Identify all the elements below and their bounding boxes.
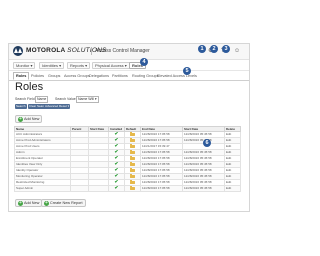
search-actions: Search Clear Search Advanced Reset ▾	[15, 104, 115, 109]
brand-main: MOTOROLA	[26, 47, 66, 54]
footer-add-label: Add New	[24, 201, 40, 205]
role-name-link[interactable]: Super Admin	[14, 185, 71, 192]
nav-monitor-label: Monitor ▾	[16, 63, 33, 68]
roles-subtabs: Roles Policies Groups Access Groups Dele…	[9, 71, 249, 81]
checkmark-icon: ✔	[114, 167, 119, 173]
folder-icon	[130, 168, 135, 172]
folder-icon	[130, 186, 135, 190]
checkmark-icon: ✔	[114, 161, 119, 167]
tab-policies[interactable]: Policies	[29, 73, 46, 79]
plus-icon: +	[18, 115, 23, 122]
search-value-select[interactable]: Name Will ▾	[76, 96, 99, 103]
plus-icon: +	[44, 199, 49, 206]
roles-table: Name Parent Start Date Installed Default…	[14, 126, 241, 192]
checkmark-icon: ✔	[114, 173, 119, 179]
checkmark-icon: ✔	[114, 137, 119, 143]
checkmark-icon: ✔	[114, 155, 119, 161]
nav-physical-access-label: Physical Access ▾	[95, 63, 127, 68]
parent-cell	[70, 185, 89, 192]
folder-icon	[130, 174, 135, 178]
callout-6: 6	[203, 139, 211, 147]
nav-reports-label: Reports ▾	[70, 63, 88, 68]
callout-2: 2	[210, 45, 218, 53]
folder-icon	[130, 138, 135, 142]
search-filter-row: Search Field Name Search Value Name Will…	[15, 96, 135, 103]
tab-roles[interactable]: Roles	[13, 72, 30, 80]
installed-cell: ✔	[108, 185, 125, 192]
tab-partitions[interactable]: Partitions	[110, 73, 130, 79]
reset-button[interactable]: Reset ▾	[58, 104, 71, 109]
nav-physical-access[interactable]: Physical Access ▾	[92, 62, 130, 69]
callout-1: 1	[198, 45, 206, 53]
delete-link[interactable]: Edit	[224, 185, 241, 192]
checkmark-icon: ✔	[114, 149, 119, 155]
folder-icon	[130, 162, 135, 166]
folder-icon	[130, 156, 135, 160]
motorola-logo	[13, 46, 23, 56]
search-value-label: Search Value	[55, 97, 76, 101]
checkmark-icon: ✔	[114, 143, 119, 149]
checkmark-icon: ✔	[114, 185, 119, 191]
folder-icon	[130, 144, 135, 148]
start-cell	[88, 185, 109, 192]
search-field-select[interactable]: Name	[35, 96, 49, 103]
nav-reports[interactable]: Reports ▾	[67, 62, 91, 69]
add-role-label: Add New	[24, 117, 40, 121]
add-role-button-top[interactable]: + Add New	[15, 115, 43, 123]
header-divider	[91, 47, 92, 55]
page-title: Roles	[15, 81, 44, 93]
callout-3: 3	[222, 45, 230, 53]
default-cell	[124, 185, 141, 192]
tab-elevated-access-levels[interactable]: Elevated Access Levels	[155, 73, 199, 79]
tab-delegations[interactable]: Delegations	[87, 73, 111, 79]
nav-identities-label: Identities ▾	[42, 63, 62, 68]
search-field-label: Search Field	[15, 97, 35, 101]
app-title: Access Control Manager	[95, 48, 150, 54]
callout-4: 4	[140, 58, 148, 66]
col-installed[interactable]: Installed	[108, 126, 125, 132]
folder-icon	[130, 132, 135, 136]
checkmark-icon: ✔	[114, 179, 119, 185]
nav-identities[interactable]: Identities ▾	[39, 62, 65, 69]
create-report-label: Create New Report	[50, 201, 83, 205]
plus-icon: +	[18, 199, 23, 206]
footer-actions: + Add New + Create New Report	[15, 199, 215, 207]
folder-icon	[130, 150, 135, 154]
top-navigation: Monitor ▾ Identities ▾ Reports ▾ Physica…	[9, 60, 249, 71]
checkmark-icon: ✔	[114, 131, 119, 137]
callout-5: 5	[183, 67, 191, 75]
nav-monitor[interactable]: Monitor ▾	[13, 62, 36, 69]
tab-groups[interactable]: Groups	[46, 73, 62, 79]
end-date-cell: 12/28/2016 17:05:58	[140, 185, 183, 192]
search-button[interactable]: Search	[15, 104, 27, 109]
user-icon[interactable]: ☺	[234, 48, 240, 54]
create-report-button[interactable]: + Create New Report	[41, 199, 86, 207]
folder-icon	[130, 180, 135, 184]
add-role-button-bottom[interactable]: + Add New	[15, 199, 43, 207]
table-row[interactable]: Super Admin ✔ 12/28/2016 17:05:58 12/28/201…	[14, 185, 241, 192]
start-date-cell: 12/28/2016 05:45:58	[182, 185, 225, 192]
app-window: MOTOROLA SOLUTIONS Access Control Manage…	[8, 43, 250, 212]
